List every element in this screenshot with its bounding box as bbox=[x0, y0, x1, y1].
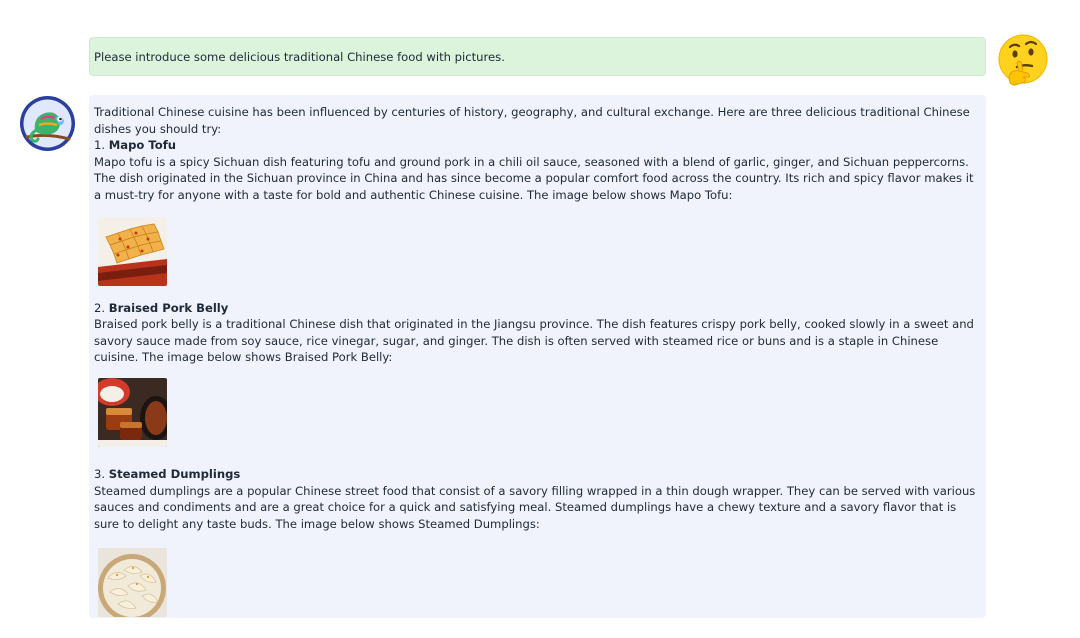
dish-name: Mapo Tofu bbox=[108, 138, 177, 153]
user-message-bubble: Please introduce some delicious traditio… bbox=[89, 37, 986, 76]
dish-description: Mapo tofu is a spicy Sichuan dish featur… bbox=[94, 154, 974, 202]
dish-number: 3. bbox=[94, 466, 106, 481]
thinking-face-emoji-icon bbox=[997, 33, 1049, 89]
dish-number: 1. bbox=[94, 138, 106, 153]
dish-name: Braised Pork Belly bbox=[108, 300, 229, 315]
steamed-dumplings-image bbox=[98, 548, 167, 618]
dish-title-mapo-tofu: 1. Mapo Tofu bbox=[94, 137, 976, 154]
user-message-text: Please introduce some delicious traditio… bbox=[94, 49, 505, 64]
bot-message-bubble: Traditional Chinese cuisine has been inf… bbox=[89, 95, 986, 618]
dish-description: Braised pork belly is a traditional Chin… bbox=[94, 317, 974, 365]
dish-number: 2. bbox=[94, 300, 106, 315]
chameleon-avatar-icon bbox=[19, 95, 76, 152]
dish-title-steamed-dumplings: 3. Steamed Dumplings bbox=[94, 466, 976, 483]
dish-name: Steamed Dumplings bbox=[108, 466, 241, 481]
mapo-tofu-image bbox=[98, 216, 167, 286]
dish-title-braised-pork-belly: 2. Braised Pork Belly bbox=[94, 300, 976, 317]
intro-text: Traditional Chinese cuisine has been inf… bbox=[94, 105, 970, 136]
braised-pork-belly-image bbox=[98, 377, 167, 447]
dish-description: Steamed dumplings are a popular Chinese … bbox=[94, 483, 976, 531]
